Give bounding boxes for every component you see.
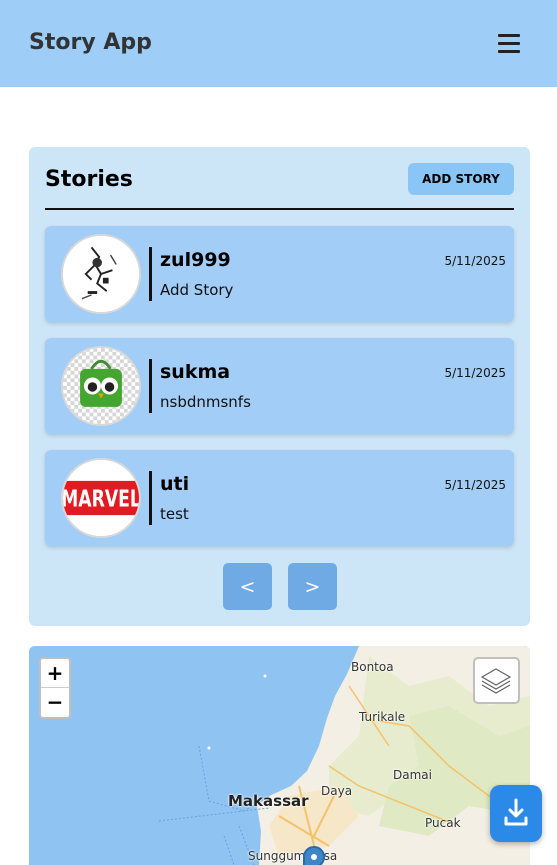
layers-icon	[480, 668, 512, 694]
story-author: sukma	[160, 361, 231, 383]
map-label-damai: Damai	[393, 768, 432, 782]
story-description: test	[160, 505, 189, 523]
story-card[interactable]: zul999 Add Story 5/11/2025	[45, 226, 514, 322]
stories-panel: Stories ADD STORY zul999 Add Story 5/11/…	[29, 147, 530, 626]
story-avatar: MARVEL	[61, 458, 141, 538]
map-label-daya: Daya	[321, 784, 353, 798]
story-card[interactable]: MARVEL uti test 5/11/2025	[45, 450, 514, 546]
story-date: 5/11/2025	[444, 478, 506, 492]
download-icon	[504, 798, 528, 826]
map-terrain	[29, 646, 530, 865]
story-date: 5/11/2025	[444, 366, 506, 380]
app-header: Story App	[0, 0, 557, 87]
hamburger-menu-icon[interactable]	[496, 31, 522, 55]
download-button[interactable]	[490, 785, 542, 842]
map-label-bontoa: Bontoa	[351, 660, 394, 674]
map-label-turikale: Turikale	[359, 710, 406, 724]
next-page-button[interactable]: >	[288, 563, 337, 610]
stories-divider	[45, 208, 514, 210]
map-marker-icon[interactable]	[303, 846, 325, 865]
map-label-pucak: Pucak	[425, 816, 461, 830]
story-description: Add Story	[160, 281, 234, 299]
layers-button[interactable]	[473, 657, 520, 704]
zoom-control: + −	[39, 657, 71, 719]
sketch-figure-image	[63, 236, 139, 312]
story-author: uti	[160, 473, 190, 495]
map-label-makassar: Makassar	[228, 792, 309, 810]
story-description: nsbdnmsnfs	[160, 393, 251, 411]
story-avatar	[61, 234, 141, 314]
story-avatar	[61, 346, 141, 426]
zoom-out-button[interactable]: −	[41, 688, 69, 717]
story-card[interactable]: sukma nsbdnmsnfs 5/11/2025	[45, 338, 514, 434]
zoom-in-button[interactable]: +	[41, 659, 69, 688]
prev-page-button[interactable]: <	[223, 563, 272, 610]
story-date: 5/11/2025	[444, 254, 506, 268]
add-story-button[interactable]: ADD STORY	[408, 163, 514, 195]
app-title: Story App	[29, 30, 152, 55]
card-separator	[149, 471, 152, 525]
story-map[interactable]: Bontoa Turikale Damai Makassar Daya Puca…	[29, 646, 530, 865]
svg-text:MARVEL: MARVEL	[63, 487, 139, 513]
marvel-logo-image: MARVEL	[63, 460, 139, 536]
green-owl-bag-image	[63, 348, 139, 424]
stories-heading: Stories	[45, 167, 133, 192]
story-author: zul999	[160, 249, 231, 271]
card-separator	[149, 359, 152, 413]
card-separator	[149, 247, 152, 301]
